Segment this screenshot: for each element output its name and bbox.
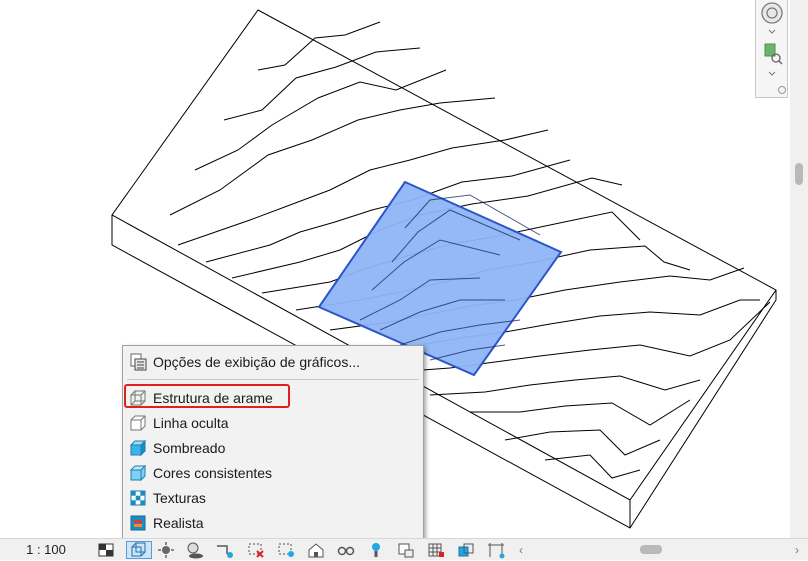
menu-item-label: Realista (153, 515, 204, 531)
consistent-colors-icon (129, 464, 147, 482)
highlight-displacement-icon[interactable] (456, 541, 476, 559)
menu-item-hidden-line[interactable]: Linha oculta (125, 411, 421, 435)
hidden-line-icon (129, 414, 147, 432)
unlock-3d-view-icon[interactable] (276, 541, 296, 559)
menu-item-consistent-colors[interactable]: Cores consistentes (125, 461, 421, 485)
wireframe-icon (129, 389, 147, 407)
reveal-hidden-icon[interactable] (336, 541, 356, 559)
chevron-down-icon (768, 71, 776, 76)
temporary-view-properties-icon[interactable] (396, 541, 416, 559)
menu-item-textures[interactable]: Texturas (125, 486, 421, 510)
steering-wheel-icon[interactable] (761, 2, 783, 24)
menu-item-label: Sombreado (153, 440, 226, 456)
view-scale[interactable]: 1 : 100 (0, 539, 92, 561)
scroll-left-icon[interactable]: ‹ (514, 541, 528, 559)
visual-style-menu: Opções de exibição de gráficos... Estrut… (122, 345, 424, 539)
realistic-icon (129, 514, 147, 532)
vertical-scrollbar[interactable] (790, 0, 808, 538)
crop-view-icon[interactable] (214, 541, 234, 559)
analysis-display-icon[interactable] (426, 541, 446, 559)
sun-path-icon[interactable] (156, 541, 176, 559)
zoom-icon[interactable] (764, 43, 783, 65)
menu-item-label: Texturas (153, 490, 206, 506)
chevron-down-icon (768, 29, 776, 34)
menu-separator (127, 379, 419, 380)
show-crop-region-icon[interactable] (246, 541, 266, 559)
horizontal-scroll-thumb[interactable] (640, 545, 662, 554)
graphic-display-options-icon (129, 353, 147, 371)
navigation-bar (755, 0, 788, 98)
detail-level-icon[interactable] (96, 541, 116, 559)
shadows-icon[interactable] (184, 541, 204, 559)
vertical-scroll-thumb[interactable] (795, 163, 803, 185)
nav-options-icon (778, 86, 786, 94)
menu-item-label: Cores consistentes (153, 465, 273, 481)
menu-item-realistic[interactable]: Realista (125, 511, 421, 535)
menu-item-label: Linha oculta (153, 415, 229, 431)
menu-item-wireframe[interactable]: Estrutura de arame (125, 386, 421, 410)
visual-style-button[interactable] (126, 541, 152, 559)
shaded-icon (129, 439, 147, 457)
view-control-bar: 1 : 100 ‹ › (0, 538, 808, 560)
horizontal-scrollbar[interactable]: ‹ › (514, 541, 804, 559)
menu-item-label: Opções de exibição de gráficos... (153, 354, 361, 370)
menu-item-label: Estrutura de arame (153, 390, 273, 406)
reveal-constraints-icon[interactable] (486, 541, 506, 559)
scroll-right-icon[interactable]: › (790, 541, 804, 559)
worksharing-icon[interactable] (366, 541, 386, 559)
temporary-hide-icon[interactable] (306, 541, 326, 559)
menu-item-graphic-display-options[interactable]: Opções de exibição de gráficos... (125, 350, 421, 374)
textures-icon (129, 489, 147, 507)
menu-item-shaded[interactable]: Sombreado (125, 436, 421, 460)
